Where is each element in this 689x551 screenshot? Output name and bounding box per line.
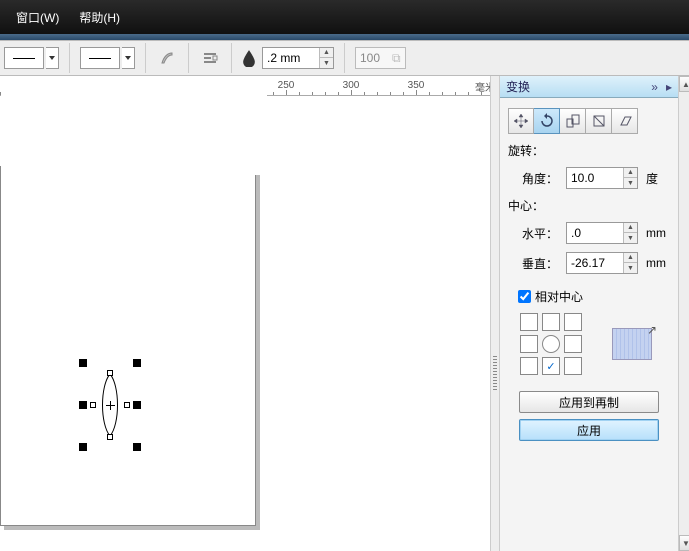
angle-unit: 度 [646, 170, 670, 187]
mode-skew-button[interactable] [612, 108, 638, 134]
vertical-unit: mm [646, 256, 670, 270]
apply-duplicate-button[interactable]: 应用到再制 [519, 391, 659, 413]
panel-scrollbar[interactable]: ▲ ▼ [678, 76, 689, 551]
anchor-grid[interactable] [520, 313, 582, 375]
selected-object[interactable] [80, 360, 140, 450]
node-top[interactable] [107, 370, 113, 376]
mode-scale-button[interactable] [560, 108, 586, 134]
line-width-input[interactable] [263, 48, 319, 68]
spinner-down[interactable]: ▼ [320, 58, 333, 68]
object-center-marker [106, 401, 115, 410]
apply-duplicate-label: 应用到再制 [559, 396, 619, 410]
node-bottom[interactable] [107, 434, 113, 440]
angle-label: 角度： [522, 170, 558, 187]
horizontal-field[interactable]: ▲▼ [566, 222, 638, 244]
splitter-grip [493, 356, 497, 390]
vertical-label: 垂直： [522, 255, 558, 272]
horizontal-unit: mm [646, 226, 670, 240]
line-start-style[interactable] [4, 45, 59, 71]
anchor-e[interactable] [564, 335, 582, 353]
line-start-preview [4, 47, 44, 69]
canvas-area[interactable]: 毫米 50100150200250300350 [0, 76, 500, 551]
panel-menu-icon[interactable]: ▸ [666, 80, 672, 94]
line-end-style[interactable] [80, 45, 135, 71]
apply-label: 应用 [577, 424, 601, 438]
panel-header[interactable]: 变换 » ▸ [500, 76, 678, 98]
property-toolbar: ▲▼ ⧉ [0, 40, 689, 76]
handle-se[interactable] [133, 443, 141, 451]
menu-help[interactable]: 帮助(H) [69, 5, 130, 30]
menu-window[interactable]: 窗口(W) [6, 5, 69, 30]
vertical-field[interactable]: ▲▼ [566, 252, 638, 274]
vertical-input[interactable] [567, 253, 623, 273]
spinner-up[interactable]: ▲ [624, 168, 637, 178]
wrap-text-icon[interactable] [199, 47, 221, 69]
line-width-field[interactable]: ▲▼ [262, 47, 334, 69]
page-mask [1, 77, 267, 175]
toolbar-separator [69, 43, 70, 73]
node-right[interactable] [124, 402, 130, 408]
rotate-section-label: 旋转： [508, 142, 670, 159]
transform-preview: ↗ [612, 328, 652, 360]
angle-field[interactable]: ▲▼ [566, 167, 638, 189]
calligraphy-icon[interactable] [156, 47, 178, 69]
anchor-w[interactable] [520, 335, 538, 353]
relative-center-label: 相对中心 [535, 288, 583, 305]
angle-input[interactable] [567, 168, 623, 188]
handle-ne[interactable] [133, 359, 141, 367]
mode-size-button[interactable] [586, 108, 612, 134]
line-width-spinner[interactable]: ▲▼ [319, 48, 333, 68]
line-start-dropdown[interactable] [46, 47, 59, 69]
menu-help-label: 帮助(H) [79, 11, 120, 25]
node-left[interactable] [90, 402, 96, 408]
spinner-up[interactable]: ▲ [624, 223, 637, 233]
opacity-field[interactable]: ⧉ [355, 47, 406, 69]
vertical-splitter[interactable] [490, 76, 500, 551]
anchor-center[interactable] [542, 335, 560, 353]
toolbar-separator [344, 43, 345, 73]
mode-position-button[interactable] [508, 108, 534, 134]
preview-arrow-icon: ↗ [647, 323, 657, 337]
spinner-down[interactable]: ▼ [624, 233, 637, 243]
spinner-down[interactable]: ▼ [624, 178, 637, 188]
anchor-nw[interactable] [520, 313, 538, 331]
spinner-up[interactable]: ▲ [320, 48, 333, 58]
handle-nw[interactable] [79, 359, 87, 367]
opacity-input[interactable] [360, 51, 388, 65]
spinner-down[interactable]: ▼ [624, 263, 637, 273]
transform-mode-row [508, 108, 670, 134]
anchor-ne[interactable] [564, 313, 582, 331]
toolbar-separator [145, 43, 146, 73]
apply-button[interactable]: 应用 [519, 419, 659, 441]
anchor-s[interactable] [542, 357, 560, 375]
horizontal-input[interactable] [567, 223, 623, 243]
anchor-n[interactable] [542, 313, 560, 331]
link-icon: ⧉ [392, 51, 401, 66]
toolbar-separator [188, 43, 189, 73]
toolbar-separator [231, 43, 232, 73]
ink-drop-icon [242, 48, 256, 68]
line-end-preview [80, 47, 120, 69]
canvas-viewport[interactable] [0, 96, 499, 551]
spinner-up[interactable]: ▲ [624, 253, 637, 263]
relative-center-checkbox[interactable] [518, 290, 531, 303]
transform-panel: 变换 » ▸ 旋转： [500, 76, 689, 551]
handle-e[interactable] [133, 401, 141, 409]
center-section-label: 中心： [508, 197, 670, 214]
scroll-up-button[interactable]: ▲ [679, 76, 689, 92]
collapse-icon[interactable]: » [651, 80, 658, 94]
scroll-down-button[interactable]: ▼ [679, 535, 689, 551]
anchor-sw[interactable] [520, 357, 538, 375]
anchor-se[interactable] [564, 357, 582, 375]
mode-rotate-button[interactable] [534, 108, 560, 134]
horizontal-label: 水平： [522, 225, 558, 242]
menu-window-label: 窗口(W) [16, 11, 59, 25]
handle-w[interactable] [79, 401, 87, 409]
line-end-dropdown[interactable] [122, 47, 135, 69]
page-boundary [0, 166, 256, 526]
panel-title: 变换 [506, 78, 530, 95]
handle-sw[interactable] [79, 443, 87, 451]
